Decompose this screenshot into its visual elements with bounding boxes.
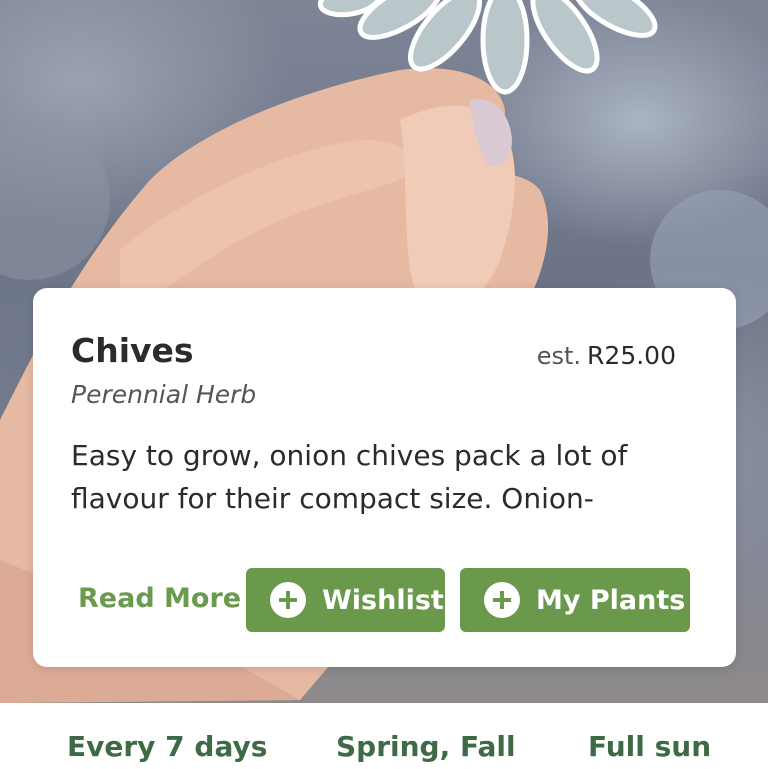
plant-type: Perennial Herb [71,380,257,409]
wishlist-button-label: Wishlist [322,584,444,616]
planting-season: Spring, Fall [336,730,516,763]
plus-circle-icon [270,582,306,618]
watering-frequency: Every 7 days [67,730,268,763]
plant-description: Easy to grow, onion chives pack a lot of… [71,439,628,515]
sun-requirement: Full sun [588,730,712,763]
read-more-link[interactable]: Read More [78,585,241,612]
price-prefix: est. [536,342,582,370]
my-plants-button[interactable]: My Plants [460,568,690,632]
plant-name: Chives [71,331,194,370]
wishlist-button[interactable]: Wishlist [246,568,445,632]
price: est. R25.00 [537,343,676,368]
care-info-bar: Every 7 days Spring, Fall Full sun [0,703,768,769]
my-plants-button-label: My Plants [536,584,686,616]
plant-card: Chives Perennial Herb est. R25.00 Easy to… [33,288,736,667]
price-value: R25.00 [587,341,676,370]
plus-circle-icon [484,582,520,618]
